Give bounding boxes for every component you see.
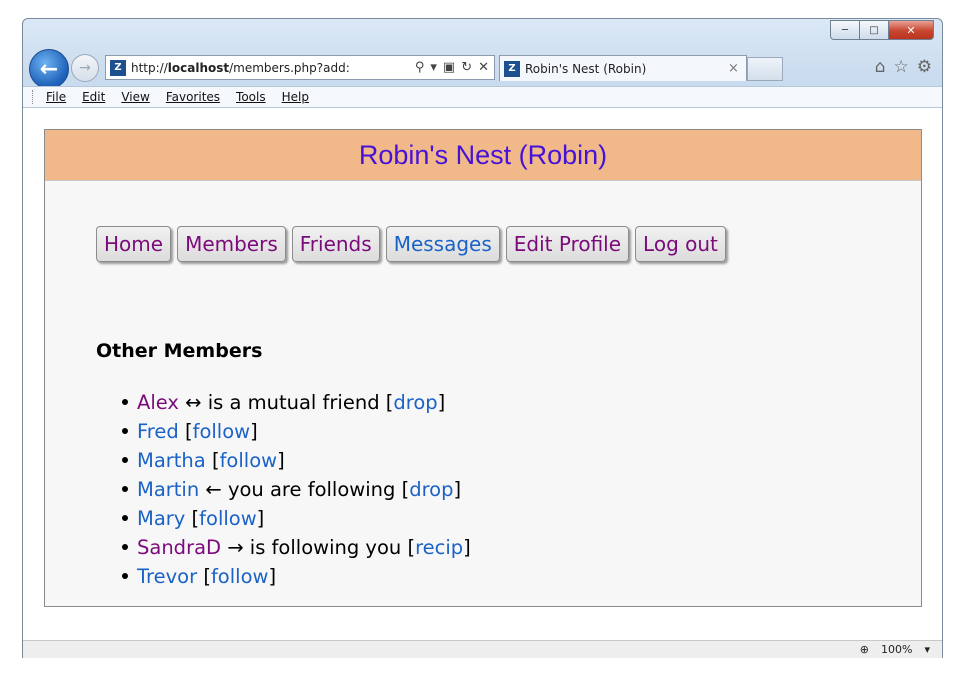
follow-link[interactable]: follow [193,420,251,443]
nav-edit-profile-button[interactable]: Edit Profile [505,226,630,262]
list-item: Mary [follow] [122,504,471,533]
member-link-alex[interactable]: Alex [137,391,179,414]
list-item: Martin ← you are following [drop] [122,475,471,504]
follow-link[interactable]: follow [220,449,278,472]
member-link-martha[interactable]: Martha [137,449,206,472]
bullet-icon [122,399,128,405]
member-link-trevor[interactable]: Trevor [137,565,197,588]
follow-link[interactable]: follow [199,507,257,530]
list-item: Trevor [follow] [122,562,471,591]
back-arrow-icon: ← [39,56,59,82]
menu-file[interactable]: File [46,90,66,104]
bullet-icon [122,486,128,492]
list-item: Fred [follow] [122,417,471,446]
zoom-control[interactable]: ⊕ 100% ▾ [860,643,930,656]
bullet-icon [122,457,128,463]
members-heading: Other Members [96,340,263,362]
menu-tools[interactable]: Tools [236,90,266,104]
settings-gear-icon[interactable]: ⚙ [917,57,932,77]
status-bar: ⊕ 100% ▾ [23,640,942,658]
zoom-level: 100% [881,643,913,656]
nav-logout-button[interactable]: Log out [635,226,726,262]
favorites-star-icon[interactable]: ☆ [894,57,909,77]
menu-favorites[interactable]: Favorites [166,90,220,104]
site-nav: Home Members Friends Messages Edit Profi… [96,226,732,262]
bullet-icon [122,573,128,579]
page-viewport: Robin's Nest (Robin) Home Members Friend… [23,108,942,640]
nav-members-button[interactable]: Members [177,226,286,262]
page-container: Robin's Nest (Robin) Home Members Friend… [44,129,922,607]
bullet-icon [122,428,128,434]
dropdown-icon[interactable]: ▾ [430,60,437,75]
address-bar[interactable]: Z http://localhost/members.php?add: ⚲ ▾ … [105,55,495,80]
close-window-button[interactable]: ✕ [889,20,934,40]
drop-link[interactable]: drop [409,478,453,501]
follow-link[interactable]: follow [211,565,269,588]
tab-favicon-icon: Z [504,60,520,77]
list-item: SandraD → is following you [recip] [122,533,471,562]
menu-help[interactable]: Help [282,90,309,104]
address-tools: ⚲ ▾ ▣ ↻ ✕ [415,60,494,75]
list-item: Martha [follow] [122,446,471,475]
address-url[interactable]: http://localhost/members.php?add: [131,61,415,75]
zoom-dropdown-icon[interactable]: ▾ [924,643,930,656]
new-tab-button[interactable] [747,57,783,81]
menu-view[interactable]: View [121,90,149,104]
member-status [206,449,212,472]
members-list: Alex ↔ is a mutual friend [drop] Fred [f… [122,388,471,591]
site-favicon-icon: Z [110,59,126,76]
tab-close-icon[interactable]: × [728,61,746,76]
member-link-fred[interactable]: Fred [137,420,179,443]
menu-grip [32,90,36,104]
nav-home-button[interactable]: Home [96,226,172,262]
bullet-icon [122,515,128,521]
browser-window: ─ □ ✕ ← → Z http://localhost/members.php… [22,18,943,658]
member-status: ← you are following [199,478,402,501]
member-link-sandrad[interactable]: SandraD [137,536,221,559]
member-status [179,420,185,443]
site-banner: Robin's Nest (Robin) [45,130,921,181]
forward-button[interactable]: → [71,54,99,82]
window-caption-buttons: ─ □ ✕ [830,20,934,40]
forward-arrow-icon: → [79,60,91,76]
member-status: ↔ is a mutual friend [178,391,386,414]
stop-icon[interactable]: ✕ [478,60,489,75]
search-icon[interactable]: ⚲ [415,60,425,75]
maximize-button[interactable]: □ [860,20,889,40]
menu-bar: File Edit View Favorites Tools Help [23,86,942,108]
compatibility-view-icon[interactable]: ▣ [443,60,455,75]
menu-edit[interactable]: Edit [82,90,105,104]
browser-tab[interactable]: Z Robin's Nest (Robin) × [499,55,747,81]
refresh-icon[interactable]: ↻ [461,60,472,75]
back-button[interactable]: ← [29,49,69,89]
browser-toolbar-icons: ⌂ ☆ ⚙ [875,57,932,77]
home-icon[interactable]: ⌂ [875,57,886,77]
nav-friends-button[interactable]: Friends [291,226,380,262]
minimize-button[interactable]: ─ [830,20,860,40]
member-link-mary[interactable]: Mary [137,507,185,530]
drop-link[interactable]: drop [393,391,437,414]
member-status [185,507,191,530]
nav-messages-button[interactable]: Messages [385,226,500,262]
zoom-icon: ⊕ [859,643,870,656]
recip-link[interactable]: recip [415,536,463,559]
tab-title: Robin's Nest (Robin) [525,61,647,76]
member-link-martin[interactable]: Martin [137,478,199,501]
bullet-icon [122,544,128,550]
member-status: → is following you [221,536,408,559]
member-status [197,565,203,588]
list-item: Alex ↔ is a mutual friend [drop] [122,388,471,417]
